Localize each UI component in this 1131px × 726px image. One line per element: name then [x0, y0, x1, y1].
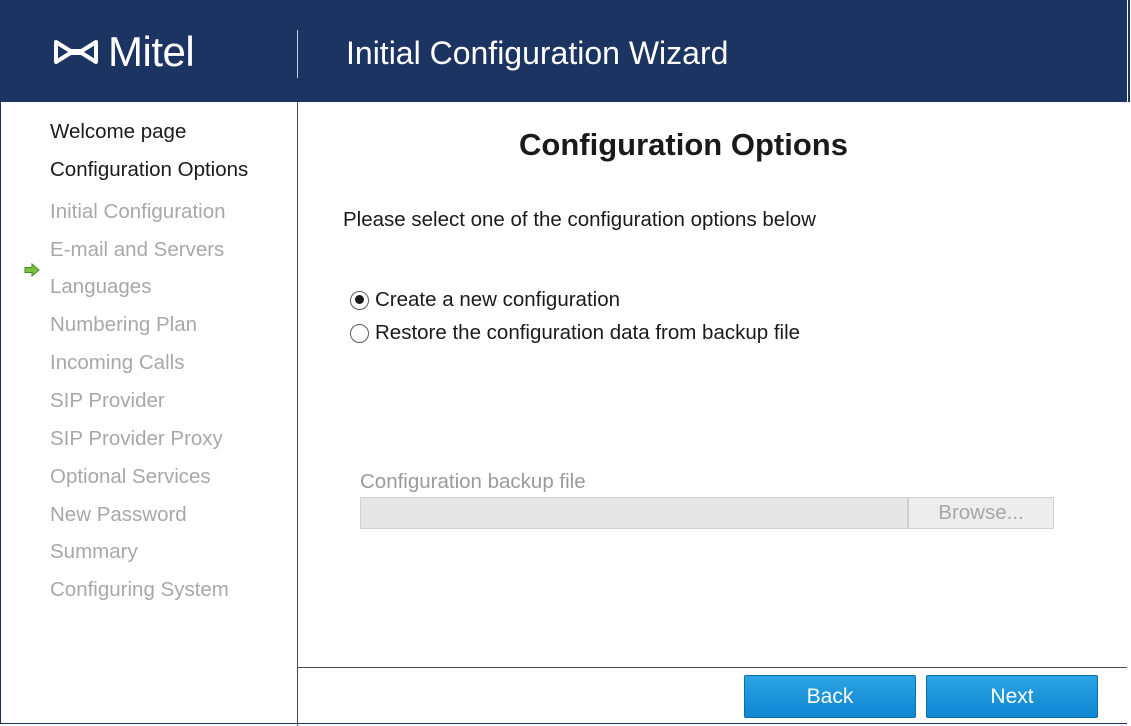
main-panel: Configuration Options Please select one … — [298, 102, 1127, 726]
sidebar-item-sip-provider-proxy: SIP Provider Proxy — [50, 427, 223, 450]
sidebar-item-welcome-page: Welcome page — [50, 120, 187, 143]
window-edge-accent — [1128, 0, 1130, 102]
wizard-steps-sidebar: Welcome page Configuration Options Initi… — [0, 102, 298, 726]
radio-restore-backup[interactable] — [350, 323, 369, 343]
sidebar-item-configuration-options: Configuration Options — [50, 158, 249, 181]
footer-divider — [298, 667, 1127, 668]
page-title: Configuration Options — [519, 127, 848, 162]
sidebar-item-incoming-calls: Incoming Calls — [50, 351, 185, 374]
sidebar-item-initial-configuration: Initial Configuration — [50, 200, 226, 223]
backup-file-label: Configuration backup file — [360, 470, 586, 493]
sidebar-item-email-and-servers: E-mail and Servers — [50, 238, 225, 261]
option-restore-from-backup[interactable]: Restore the configuration data from back… — [350, 321, 800, 345]
backup-file-input — [360, 497, 908, 529]
logo-text: Mitel — [108, 28, 195, 75]
mitel-logo: Mitel — [52, 28, 195, 75]
back-button[interactable]: Back — [744, 675, 916, 718]
next-button[interactable]: Next — [926, 675, 1098, 718]
sidebar-item-optional-services: Optional Services — [50, 465, 211, 488]
instructions-text: Please select one of the configuration o… — [343, 208, 816, 231]
mitel-logo-icon — [54, 40, 98, 64]
sidebar-item-languages: Languages — [50, 275, 152, 298]
radio-create-new[interactable] — [350, 290, 369, 310]
option-create-new-configuration[interactable]: Create a new configuration — [350, 288, 620, 312]
green-arrow-icon — [24, 263, 40, 277]
header-bar: Mitel Initial Configuration Wizard — [0, 0, 1127, 102]
sidebar-item-new-password: New Password — [50, 503, 187, 526]
header-divider — [297, 30, 298, 78]
sidebar-item-summary: Summary — [50, 540, 138, 563]
sidebar-item-configuring-system: Configuring System — [50, 578, 229, 601]
sidebar-item-sip-provider: SIP Provider — [50, 389, 165, 412]
wizard-title: Initial Configuration Wizard — [346, 35, 729, 71]
option-label[interactable]: Create a new configuration — [375, 288, 620, 312]
browse-button: Browse... — [908, 497, 1054, 529]
option-label[interactable]: Restore the configuration data from back… — [375, 321, 800, 345]
window-edge — [1127, 0, 1131, 726]
sidebar-item-numbering-plan: Numbering Plan — [50, 313, 197, 336]
